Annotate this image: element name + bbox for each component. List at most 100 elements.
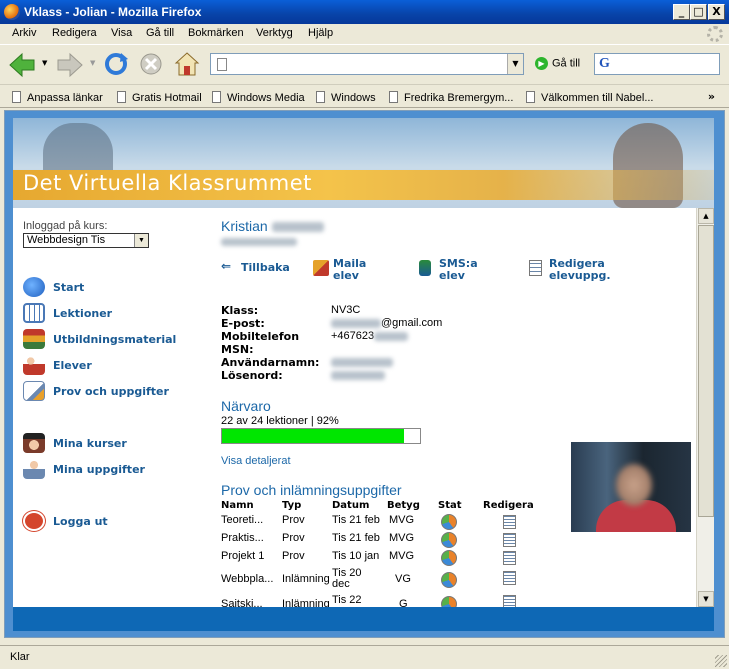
sidebar-item-mina-kurser[interactable]: Mina kurser xyxy=(23,433,213,453)
scrollbar-thumb[interactable] xyxy=(698,225,714,517)
bookmark-item[interactable]: Fredrika Bremergym... xyxy=(389,91,513,104)
course-select[interactable]: Webbdesign Tis ▼ xyxy=(23,233,149,248)
bookmark-page-icon xyxy=(117,91,126,103)
google-search-icon[interactable]: G xyxy=(599,56,610,72)
globe-icon xyxy=(23,277,45,297)
table-row[interactable]: Projekt 1 Prov Tis 10 jan MVG xyxy=(221,550,551,568)
edit-icon[interactable] xyxy=(503,595,516,607)
go-button[interactable]: ▶ Gå till xyxy=(535,57,580,70)
back-dropdown-icon[interactable]: ▼ xyxy=(42,59,47,67)
menu-verktyg[interactable]: Verktyg xyxy=(256,27,293,39)
sidebar-item-mina-uppgifter[interactable]: Mina uppgifter xyxy=(23,459,213,479)
status-icon[interactable] xyxy=(441,550,457,566)
sidebar-item-logga-ut[interactable]: Logga ut xyxy=(23,511,213,531)
menu-ga-till[interactable]: Gå till xyxy=(146,27,174,39)
status-icon[interactable] xyxy=(441,514,457,530)
column-header: Betyg xyxy=(387,500,420,511)
column-header: Datum xyxy=(332,500,370,511)
info-row-mobiltelefon: Mobiltelefon +467623 xyxy=(221,330,621,343)
phone-icon xyxy=(419,260,431,276)
resize-grip[interactable] xyxy=(715,655,727,667)
maximize-button[interactable]: □ xyxy=(690,4,707,20)
menu-redigera[interactable]: Redigera xyxy=(52,27,97,39)
tasks-title: Prov och inlämningsuppgifter xyxy=(221,482,402,498)
sidebar-item-utbildningsmaterial[interactable]: Utbildningsmaterial xyxy=(23,329,213,349)
bookmark-item[interactable]: Välkommen till Nabel... xyxy=(526,91,654,104)
edit-icon[interactable] xyxy=(503,571,516,585)
menu-bar: Arkiv Redigera Visa Gå till Bokmärken Ve… xyxy=(0,24,729,44)
main-panel: Kristian ⇐ Tillbaka Maila elev SMS:a ele… xyxy=(221,208,696,607)
firefox-icon xyxy=(4,4,20,20)
mail-icon xyxy=(313,260,329,276)
status-icon[interactable] xyxy=(441,596,457,607)
column-header: Stat xyxy=(438,500,462,511)
reload-icon[interactable] xyxy=(103,51,129,77)
minimize-button[interactable]: _ xyxy=(673,4,690,20)
menu-bokmarken[interactable]: Bokmärken xyxy=(188,27,244,39)
table-row[interactable]: Praktis... Prov Tis 21 feb MVG xyxy=(221,532,551,550)
status-text: Klar xyxy=(10,651,30,663)
sidebar-item-lektioner[interactable]: Lektioner xyxy=(23,303,213,323)
window-title-bar: Vklass - Jolian - Mozilla Firefox _ □ X xyxy=(0,0,729,24)
attendance-progress-fill xyxy=(222,429,405,443)
course-label: Inloggad på kurs: xyxy=(23,220,108,232)
page-body: Inloggad på kurs: Webbdesign Tis ▼ Start… xyxy=(13,208,696,607)
sidebar-item-prov-och-uppgifter[interactable]: Prov och uppgifter xyxy=(23,381,213,401)
bookmark-page-icon xyxy=(526,91,535,103)
info-row-klass: Klass: NV3C xyxy=(221,304,361,317)
forward-dropdown-icon[interactable]: ▼ xyxy=(90,59,95,67)
stop-icon[interactable] xyxy=(139,52,163,76)
edit-icon[interactable] xyxy=(503,515,516,529)
go-arrow-icon: ▶ xyxy=(535,57,548,70)
navigation-toolbar: ▼ ▼ ▼ ▶ Gå till G xyxy=(0,44,729,84)
sidebar-item-start[interactable]: Start xyxy=(23,277,213,297)
search-input[interactable]: G xyxy=(594,53,720,75)
url-dropdown-button[interactable]: ▼ xyxy=(507,54,523,74)
throbber-icon xyxy=(707,26,723,42)
status-icon[interactable] xyxy=(441,532,457,548)
bookmark-item[interactable]: Anpassa länkar xyxy=(12,91,103,104)
bookmark-page-icon xyxy=(12,91,21,103)
menu-hjalp[interactable]: Hjälp xyxy=(308,27,333,39)
edit-document-icon xyxy=(529,260,542,276)
edit-icon[interactable] xyxy=(503,533,516,547)
bookmark-page-icon xyxy=(316,91,325,103)
attendance-text: 22 av 24 lektioner | 92% xyxy=(221,415,339,427)
vertical-scrollbar[interactable]: ▲ ▼ xyxy=(696,208,714,607)
close-button[interactable]: X xyxy=(708,4,725,20)
attendance-title: Närvaro xyxy=(221,398,271,414)
table-row[interactable]: Webbpla... Inlämning Tis 20 dec VG xyxy=(221,568,551,592)
status-icon[interactable] xyxy=(441,572,457,588)
redacted-personal-number xyxy=(221,236,297,248)
calendar-icon xyxy=(23,303,45,323)
logout-hand-icon xyxy=(23,511,45,531)
url-input[interactable] xyxy=(210,53,524,75)
my-tasks-icon xyxy=(23,459,45,479)
table-row[interactable]: Teoreti... Prov Tis 21 feb MVG xyxy=(221,514,551,532)
menu-arkiv[interactable]: Arkiv xyxy=(12,27,36,39)
redacted-phone xyxy=(374,331,409,341)
back-arrow-icon[interactable] xyxy=(8,52,36,78)
books-icon xyxy=(23,329,45,349)
bookmarks-overflow-button[interactable]: » xyxy=(708,90,715,103)
menu-visa[interactable]: Visa xyxy=(111,27,132,39)
status-bar: Klar xyxy=(0,645,729,669)
show-details-link[interactable]: Visa detaljerat xyxy=(221,455,291,467)
redacted-password xyxy=(331,370,385,380)
bookmark-item[interactable]: Windows Media xyxy=(212,91,305,104)
info-row-losenord: Lösenord: xyxy=(221,369,621,382)
bookmark-page-icon xyxy=(212,91,221,103)
redacted-email xyxy=(331,318,381,328)
table-row[interactable]: Saitski... Inlämning Tis 22 G xyxy=(221,594,551,607)
sidebar-item-elever[interactable]: Elever xyxy=(23,355,213,375)
site-banner: Det Virtuella Klassrummet xyxy=(13,118,714,208)
bookmark-item[interactable]: Windows xyxy=(316,91,376,104)
bookmark-item[interactable]: Gratis Hotmail xyxy=(117,91,202,104)
web-content: Det Virtuella Klassrummet Inloggad på ku… xyxy=(4,110,725,638)
forward-arrow-icon[interactable] xyxy=(56,52,84,78)
student-name: Kristian xyxy=(221,218,324,234)
edit-icon[interactable] xyxy=(503,551,516,565)
scroll-down-button[interactable]: ▼ xyxy=(698,591,714,607)
home-icon[interactable] xyxy=(174,51,200,77)
scroll-up-button[interactable]: ▲ xyxy=(698,208,714,224)
